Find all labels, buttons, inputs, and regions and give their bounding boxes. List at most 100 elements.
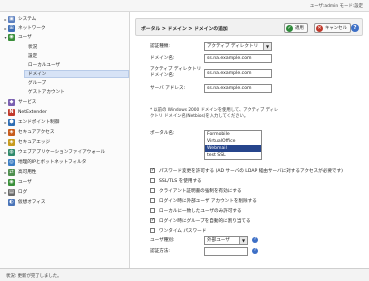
domain-name-field[interactable]: ss.na.example.com — [204, 54, 272, 63]
auth-type-label: 認証種類: — [150, 44, 170, 49]
portal-option[interactable]: Formobile — [205, 131, 261, 138]
sidebar-item-user[interactable]: ▸ ◉ ユーザ — [3, 178, 32, 186]
sidebar-item-virtual-office[interactable]: ◐ 仮想オフィス — [3, 198, 45, 206]
user-mode-info: ユーザ:admin モード:設定 — [309, 4, 363, 9]
sidebar-item-waf[interactable]: ▸ ◍ ウェブアプリケーションファイアウォール — [3, 148, 105, 156]
apply-button-label: 適用 — [295, 26, 304, 31]
content-header: ポータル > ドメイン > ドメインの追加 ✓ 適用 ✕ キャンセル ? — [135, 18, 363, 36]
geoip-icon: ◎ — [8, 158, 15, 166]
local-match-only-checkbox[interactable]: ローカルに一致したユーザのみ許可する — [150, 207, 242, 214]
services-icon: ◆ — [8, 98, 15, 106]
sidebar-subitem-settings[interactable]: 設定 — [28, 52, 37, 60]
sidebar-subitem-guest[interactable]: ゲストアカウント — [28, 88, 65, 96]
checkbox-box[interactable]: ✓ — [150, 168, 155, 173]
delete-external-user-checkbox[interactable]: ログイン時に外部ユーザ アカウントを削除する — [150, 197, 257, 204]
chevron-down-icon: ▼ — [239, 237, 247, 244]
checkbox-box[interactable] — [150, 228, 155, 233]
checkbox-label: SSL/TLS を使用する — [159, 178, 202, 184]
sidebar-item-netextender[interactable]: ▸ N NetExtender — [3, 108, 47, 116]
sidebar-item-label: ユーザ — [18, 180, 32, 185]
check-icon: ✓ — [286, 24, 293, 32]
portal-option-selected[interactable]: Webmail — [205, 145, 261, 152]
checkbox-box[interactable] — [150, 178, 155, 183]
sidebar-item-label: エンドポイント制御 — [18, 120, 60, 125]
checkbox-box[interactable]: ✓ — [150, 218, 155, 223]
main-content: ポータル > ドメイン > ドメインの追加 ✓ 適用 ✕ キャンセル ? 認証種… — [131, 12, 369, 268]
checkbox-box[interactable] — [150, 188, 155, 193]
checkbox-label: ログイン時に外部ユーザ アカウントを削除する — [159, 198, 257, 204]
cancel-button[interactable]: ✕ キャンセル — [314, 23, 351, 33]
sidebar-item-label: ユーザ — [18, 35, 32, 40]
cancel-icon: ✕ — [316, 24, 323, 32]
ha-icon: ⇄ — [8, 168, 15, 176]
checkbox-label: パスワード変更を許可する (AD サーバの LDAP 経由サーバに対するアクセス… — [159, 168, 343, 174]
sidebar-item-label: ウェブアプリケーションファイアウォール — [18, 150, 106, 155]
sidebar-subitem-domains[interactable]: ドメイン — [24, 70, 129, 78]
sidebar-item-label: システム — [18, 17, 37, 22]
checkbox-label: ワンタイム パスワード — [159, 228, 207, 234]
one-time-password-checkbox[interactable]: ワンタイム パスワード — [150, 227, 206, 234]
top-bar: ユーザ:admin モード:設定 — [0, 0, 369, 12]
sidebar-item-users-group[interactable]: ▾ ◉ ユーザ — [3, 33, 32, 41]
sidebar-item-geoip[interactable]: ▸ ◎ 地理的IPとボットネットフィルタ — [3, 158, 86, 166]
help-icon[interactable]: ? — [351, 24, 359, 32]
server-address-field[interactable]: ss.na.example.com — [204, 84, 272, 93]
sidebar-item-log[interactable]: ▸ ▤ ログ — [3, 188, 27, 196]
sidebar-item-high-availability[interactable]: ▸ ⇄ 高可用性 — [3, 168, 36, 176]
page-title: ポータル > ドメイン > ドメインの追加 — [141, 27, 228, 32]
checkbox-label: ログイン時にグループを自動的に割り当てる — [159, 218, 251, 224]
sidebar-item-label: グループ — [28, 81, 47, 86]
secure-access-icon: ◈ — [8, 128, 15, 136]
sidebar-item-system[interactable]: ▸ ▣ システム — [3, 15, 36, 23]
portal-option[interactable]: VirtualOffice — [205, 138, 261, 145]
sidebar-item-secure-edge[interactable]: ▸ ◈ セキュアエッジ — [3, 138, 50, 146]
sidebar-subitem-groups[interactable]: グループ — [28, 79, 46, 87]
users-icon: ◉ — [8, 33, 15, 41]
allow-password-change-checkbox[interactable]: ✓ パスワード変更を許可する (AD サーバの LDAP 経由サーバに対するアク… — [150, 167, 343, 174]
auto-assign-groups-checkbox[interactable]: ✓ ログイン時にグループを自動的に割り当てる — [150, 217, 251, 224]
sidebar-item-secure-access[interactable]: ▸ ◈ セキュアアクセス — [3, 128, 54, 136]
sidebar-item-label: 設定 — [28, 54, 38, 59]
sidebar-item-label: サービス — [18, 100, 37, 105]
portal-option[interactable]: test SSL — [205, 152, 261, 159]
waf-icon: ◍ — [8, 148, 15, 156]
status-text: 状況: 更新が完了しました。 — [6, 274, 62, 279]
use-ssl-tls-checkbox[interactable]: SSL/TLS を使用する — [150, 177, 202, 184]
sidebar-item-label: 高可用性 — [18, 170, 37, 175]
netbios-note: * 以前の Windows 2000 ドメインを使用して、アクティブ ディレクト… — [150, 108, 279, 119]
monitor-icon: ▣ — [8, 15, 15, 23]
sidebar-item-label: ゲストアカウント — [28, 90, 65, 95]
auth-type-value: アクティブ ディレクトリ — [207, 44, 259, 49]
auth-hint-field[interactable] — [204, 247, 248, 256]
sidebar-item-label: セキュアアクセス — [18, 130, 55, 135]
portal-name-label: ポータル名: — [150, 131, 175, 136]
sidebar-subitem-status[interactable]: 状況 — [28, 43, 37, 51]
checkbox-label: クライアント証明書の強制を有効にする — [159, 188, 242, 194]
apply-button[interactable]: ✓ 適用 — [284, 23, 308, 33]
info-icon[interactable]: ? — [252, 237, 258, 243]
sidebar-item-endpoint-control[interactable]: ▸ ⬢ エンドポイント制御 — [3, 118, 59, 126]
user-type-select[interactable]: 外部ユーザ ▼ — [204, 236, 248, 245]
checkbox-box[interactable] — [150, 208, 155, 213]
user-icon: ◉ — [8, 178, 15, 186]
sidebar-item-services[interactable]: ▸ ◆ サービス — [3, 98, 36, 106]
user-type-label: ユーザ種別: — [150, 238, 175, 243]
sidebar-item-label: 仮想オフィス — [18, 200, 46, 205]
portal-listbox[interactable]: Formobile VirtualOffice Webmail test SSL — [204, 130, 262, 160]
netextender-icon: N — [8, 108, 15, 116]
sidebar-item-label: ネットワーク — [18, 26, 46, 31]
endpoint-icon: ⬢ — [8, 118, 15, 126]
sidebar-item-network[interactable]: ▸ ⊞ ネットワーク — [3, 24, 46, 32]
user-type-value: 外部ユーザ — [207, 238, 230, 243]
checkbox-box[interactable] — [150, 198, 155, 203]
sidebar-item-label: ドメイン — [28, 72, 47, 77]
server-address-label: サーバ アドレス: — [150, 86, 186, 91]
client-cert-checkbox[interactable]: クライアント証明書の強制を有効にする — [150, 187, 242, 194]
ad-domain-field[interactable]: ss.na.example.com — [204, 69, 272, 78]
domain-name-label: ドメイン名: — [150, 56, 175, 61]
auth-type-select[interactable]: アクティブ ディレクトリ ▼ — [204, 42, 272, 51]
info-icon[interactable]: ? — [252, 248, 258, 254]
network-icon: ⊞ — [8, 24, 15, 32]
sidebar-subitem-local-users[interactable]: ローカルユーザ — [28, 61, 60, 69]
virtual-office-icon: ◐ — [8, 198, 15, 206]
